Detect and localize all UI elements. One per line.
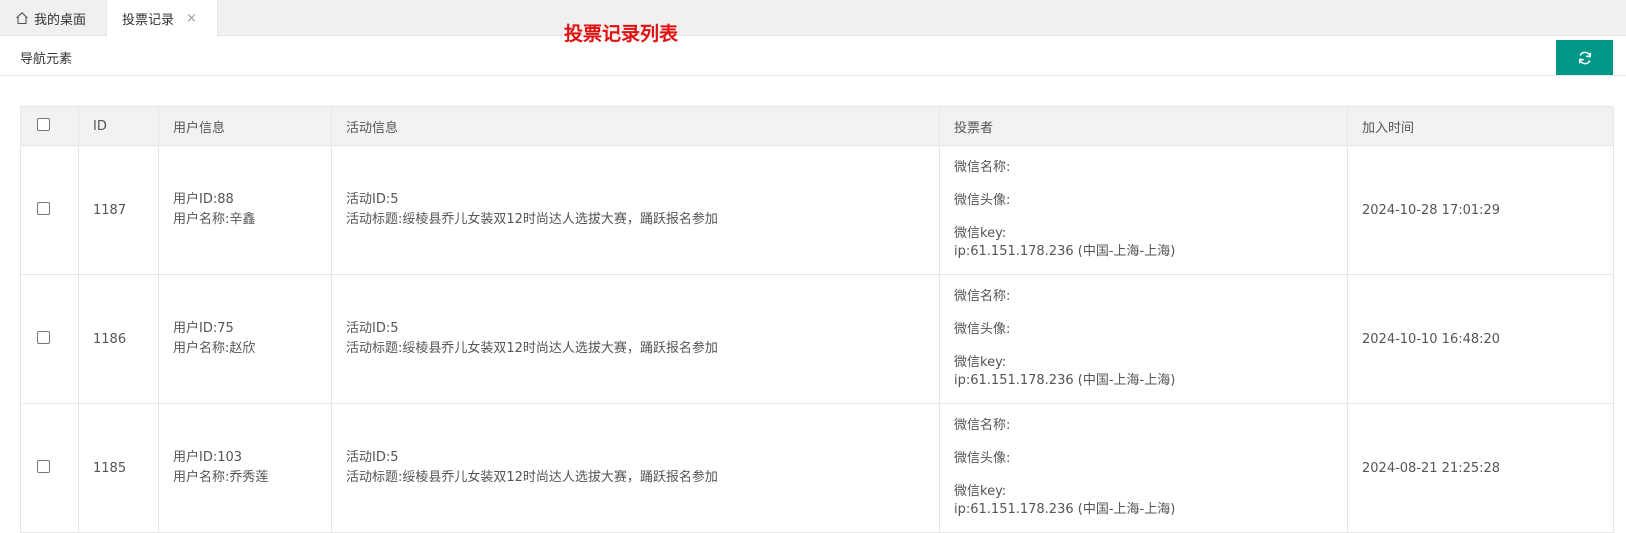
activity-id: 活动ID:5 xyxy=(346,450,399,465)
activity-title: 活动标题:绥棱县乔儿女装双12时尚达人选拔大赛，踊跃报名参加 xyxy=(346,212,718,227)
join-time: 2024-10-10 16:48:20 xyxy=(1347,274,1614,404)
activity-title: 活动标题:绥棱县乔儿女装双12时尚达人选拔大赛，踊跃报名参加 xyxy=(346,470,718,485)
voter-ip: ip:61.151.178.236 (中国-上海-上海) xyxy=(954,373,1176,388)
nav-row: 导航元素 xyxy=(0,36,1626,76)
wechat-key: 微信key: xyxy=(954,355,1007,370)
voter-ip: ip:61.151.178.236 (中国-上海-上海) xyxy=(954,244,1176,259)
select-all-checkbox[interactable] xyxy=(37,117,50,131)
table-header-row: ID 用户信息 活动信息 投票者 加入时间 xyxy=(20,106,1614,146)
activity-id: 活动ID:5 xyxy=(346,321,399,336)
wechat-key: 微信key: xyxy=(954,484,1007,499)
refresh-icon xyxy=(1578,51,1591,64)
column-header-user-info: 用户信息 xyxy=(158,106,332,146)
activity-title: 活动标题:绥棱县乔儿女装双12时尚达人选拔大赛，踊跃报名参加 xyxy=(346,341,718,356)
wechat-avatar: 微信头像: xyxy=(954,193,1011,208)
user-id: 用户ID:75 xyxy=(173,321,234,336)
row-id: 1185 xyxy=(78,403,159,533)
user-name: 用户名称:赵欣 xyxy=(173,341,256,356)
user-id: 用户ID:88 xyxy=(173,192,234,207)
activity-info-cell: 活动ID:5 活动标题:绥棱县乔儿女装双12时尚达人选拔大赛，踊跃报名参加 xyxy=(331,274,940,404)
table-row: 1186 用户ID:75 用户名称:赵欣 活动ID:5 活动标题:绥棱县乔儿女装… xyxy=(20,274,1614,404)
row-select-cell xyxy=(20,274,79,404)
breadcrumb: 导航元素 xyxy=(20,52,73,67)
row-id: 1186 xyxy=(78,274,159,404)
refresh-button[interactable] xyxy=(1556,40,1613,75)
voter-cell: 微信名称: 微信头像: 微信key: ip:61.151.178.236 (中国… xyxy=(939,145,1348,275)
column-header-id: ID xyxy=(78,106,159,146)
user-id: 用户ID:103 xyxy=(173,450,243,465)
join-time: 2024-10-28 17:01:29 xyxy=(1347,145,1614,275)
user-info-cell: 用户ID:75 用户名称:赵欣 xyxy=(158,274,332,404)
join-time: 2024-08-21 21:25:28 xyxy=(1347,403,1614,533)
user-name: 用户名称:乔秀莲 xyxy=(173,470,269,485)
tab-bar: 我的桌面 投票记录 × xyxy=(0,0,1626,37)
column-header-activity-info: 活动信息 xyxy=(331,106,940,146)
voter-cell: 微信名称: 微信头像: 微信key: ip:61.151.178.236 (中国… xyxy=(939,274,1348,404)
page-title: 投票记录列表 xyxy=(564,23,679,45)
row-checkbox[interactable] xyxy=(37,201,50,215)
select-all-cell xyxy=(20,106,79,146)
close-icon[interactable]: × xyxy=(186,12,197,25)
wechat-avatar: 微信头像: xyxy=(954,322,1011,337)
tab-vote-records[interactable]: 投票记录 × xyxy=(106,0,218,37)
column-header-voter: 投票者 xyxy=(939,106,1348,146)
table-row: 1185 用户ID:103 用户名称:乔秀莲 活动ID:5 活动标题:绥棱县乔儿… xyxy=(20,403,1614,533)
column-header-join-time: 加入时间 xyxy=(1347,106,1614,146)
row-select-cell xyxy=(20,403,79,533)
wechat-name: 微信名称: xyxy=(954,418,1011,433)
wechat-avatar: 微信头像: xyxy=(954,451,1011,466)
table-row: 1187 用户ID:88 用户名称:辛鑫 活动ID:5 活动标题:绥棱县乔儿女装… xyxy=(20,145,1614,275)
tab-home-label: 我的桌面 xyxy=(34,12,87,28)
wechat-key: 微信key: xyxy=(954,226,1007,241)
voter-ip: ip:61.151.178.236 (中国-上海-上海) xyxy=(954,502,1176,517)
wechat-name: 微信名称: xyxy=(954,160,1011,175)
activity-info-cell: 活动ID:5 活动标题:绥棱县乔儿女装双12时尚达人选拔大赛，踊跃报名参加 xyxy=(331,403,940,533)
voter-cell: 微信名称: 微信头像: 微信key: ip:61.151.178.236 (中国… xyxy=(939,403,1348,533)
row-checkbox[interactable] xyxy=(37,459,50,473)
tab-vote-records-label: 投票记录 xyxy=(122,13,175,28)
user-info-cell: 用户ID:88 用户名称:辛鑫 xyxy=(158,145,332,275)
user-info-cell: 用户ID:103 用户名称:乔秀莲 xyxy=(158,403,332,533)
vote-records-table: ID 用户信息 活动信息 投票者 加入时间 1187 用户ID:88 用户名称:… xyxy=(20,106,1614,533)
home-icon xyxy=(16,12,28,25)
user-name: 用户名称:辛鑫 xyxy=(173,212,256,227)
row-select-cell xyxy=(20,145,79,275)
row-checkbox[interactable] xyxy=(37,330,50,344)
wechat-name: 微信名称: xyxy=(954,289,1011,304)
activity-info-cell: 活动ID:5 活动标题:绥棱县乔儿女装双12时尚达人选拔大赛，踊跃报名参加 xyxy=(331,145,940,275)
activity-id: 活动ID:5 xyxy=(346,192,399,207)
row-id: 1187 xyxy=(78,145,159,275)
tab-home[interactable]: 我的桌面 xyxy=(0,0,106,36)
